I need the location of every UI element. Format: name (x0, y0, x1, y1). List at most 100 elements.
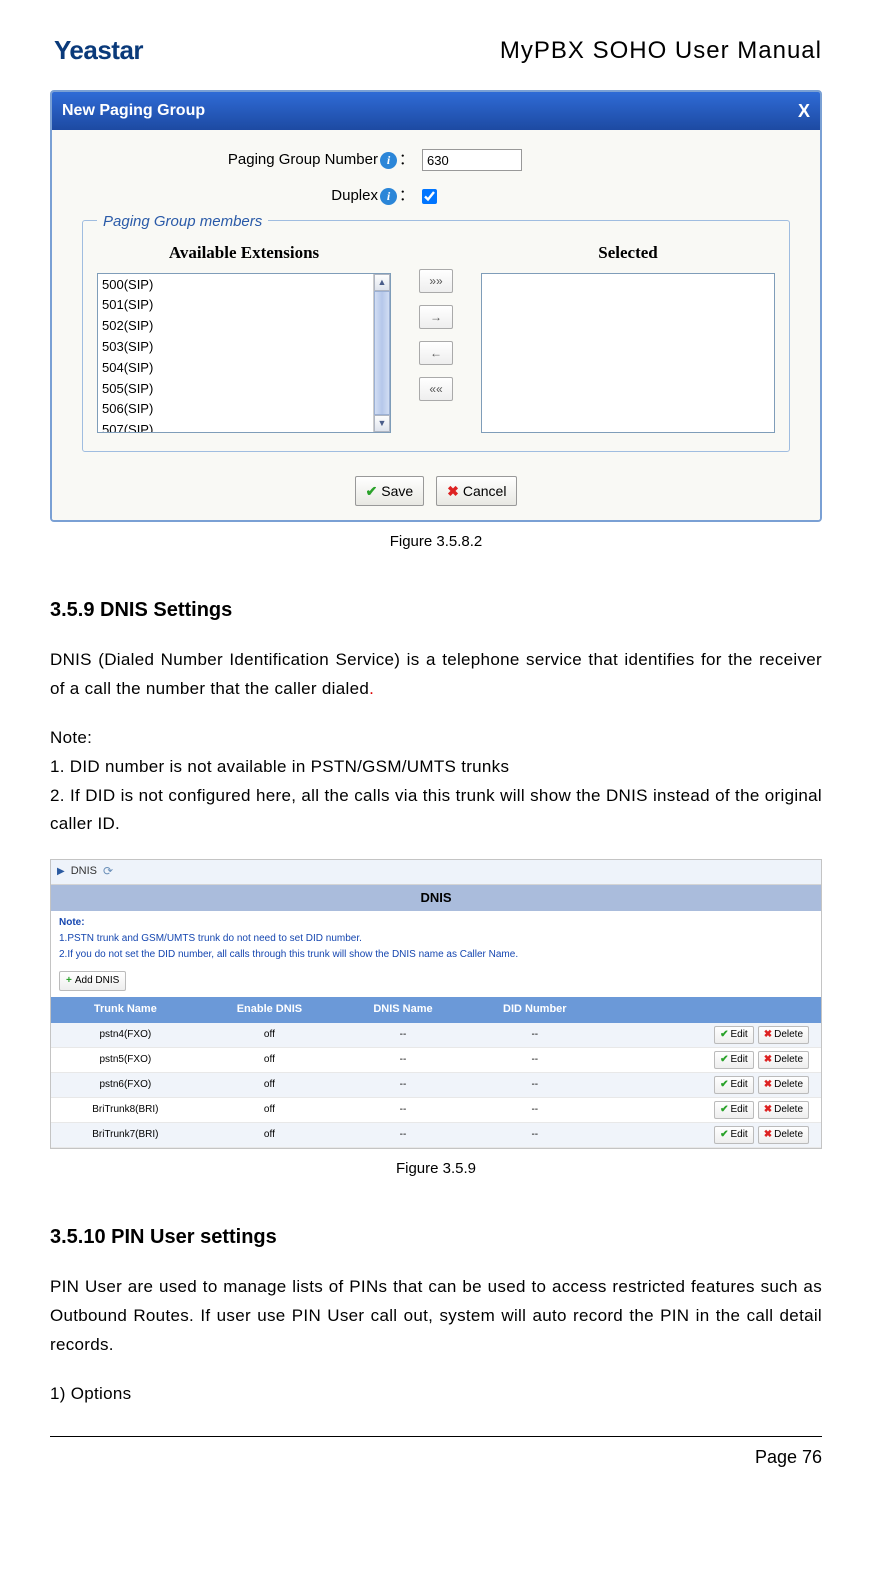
table-cell-actions: ✔ Edit✖ Delete (603, 1097, 821, 1122)
brand-text: Yeastar (54, 30, 143, 72)
x-icon: ✖ (764, 1052, 772, 1068)
table-cell: pstn5(FXO) (51, 1047, 200, 1072)
selected-heading: Selected (481, 239, 775, 266)
x-icon: ✖ (764, 1027, 772, 1043)
panel-title: DNIS (51, 885, 821, 912)
dnis-note-2: 2. If DID is not configured here, all th… (50, 782, 822, 840)
edit-button[interactable]: ✔ Edit (714, 1126, 754, 1144)
delete-button[interactable]: ✖ Delete (758, 1076, 809, 1094)
section-heading-pin: 3.5.10 PIN User settings (50, 1221, 822, 1253)
members-legend: Paging Group members (97, 210, 268, 234)
delete-button[interactable]: ✖ Delete (758, 1051, 809, 1069)
table-header (603, 997, 821, 1023)
table-cell: off (200, 1122, 339, 1147)
dnis-table: Trunk NameEnable DNISDNIS NameDID Number… (51, 997, 821, 1148)
dialog-titlebar: New Paging Group X (52, 92, 820, 131)
check-icon: ✔ (366, 480, 378, 502)
move-all-right-button[interactable]: »» (419, 269, 453, 293)
table-cell: -- (339, 1023, 467, 1048)
manual-title: MyPBX SOHO User Manual (500, 32, 822, 70)
dnis-note-1: 1. DID number is not available in PSTN/G… (50, 753, 822, 782)
table-cell: -- (339, 1047, 467, 1072)
table-cell: -- (339, 1122, 467, 1147)
edit-button[interactable]: ✔ Edit (714, 1051, 754, 1069)
scrollbar[interactable]: ▲ ▼ (373, 274, 390, 432)
table-cell: -- (339, 1097, 467, 1122)
pencil-icon: ✔ (720, 1027, 728, 1043)
table-cell-actions: ✔ Edit✖ Delete (603, 1122, 821, 1147)
edit-button[interactable]: ✔ Edit (714, 1026, 754, 1044)
list-item[interactable]: 504(SIP) (100, 358, 371, 379)
scroll-up-icon[interactable]: ▲ (374, 274, 390, 291)
x-icon: ✖ (764, 1127, 772, 1143)
save-button-label: Save (381, 480, 413, 502)
list-item[interactable]: 503(SIP) (100, 337, 371, 358)
available-heading: Available Extensions (97, 239, 391, 266)
delete-button[interactable]: ✖ Delete (758, 1101, 809, 1119)
list-item[interactable]: 502(SIP) (100, 316, 371, 337)
table-header: Trunk Name (51, 997, 200, 1023)
move-left-button[interactable]: ← (419, 341, 453, 365)
paging-group-dialog: New Paging Group X Paging Group Numberi：… (50, 90, 822, 522)
table-cell-actions: ✔ Edit✖ Delete (603, 1023, 821, 1048)
table-cell: -- (339, 1072, 467, 1097)
dnis-note-label: Note: (50, 724, 822, 753)
close-icon[interactable]: X (798, 97, 810, 126)
table-cell-actions: ✔ Edit✖ Delete (603, 1072, 821, 1097)
brand-logo: Yeastar (50, 30, 143, 72)
duplex-checkbox[interactable] (422, 189, 437, 204)
panel-note-head: Note: (59, 915, 813, 931)
scroll-down-icon[interactable]: ▼ (374, 415, 390, 432)
table-cell: -- (467, 1072, 603, 1097)
page-header: Yeastar MyPBX SOHO User Manual (50, 30, 822, 72)
add-dnis-button[interactable]: + Add DNIS (59, 971, 126, 991)
dialog-title: New Paging Group (62, 98, 205, 124)
add-dnis-label: Add DNIS (75, 973, 119, 989)
table-cell: off (200, 1023, 339, 1048)
selected-listbox[interactable] (481, 273, 775, 433)
group-number-input[interactable] (422, 149, 522, 171)
table-cell: -- (467, 1047, 603, 1072)
section-heading-dnis: 3.5.9 DNIS Settings (50, 594, 822, 626)
cancel-button[interactable]: ✖ Cancel (436, 476, 517, 506)
table-cell: pstn6(FXO) (51, 1072, 200, 1097)
move-all-left-button[interactable]: «« (419, 377, 453, 401)
table-row: pstn4(FXO)off----✔ Edit✖ Delete (51, 1023, 821, 1048)
list-item[interactable]: 507(SIP) (100, 420, 371, 432)
refresh-icon[interactable]: ⟳ (103, 862, 113, 881)
panel-note-2: 2.If you do not set the DID number, all … (59, 947, 813, 963)
info-icon[interactable]: i (380, 152, 397, 169)
panel-note-1: 1.PSTN trunk and GSM/UMTS trunk do not n… (59, 931, 813, 947)
table-cell: off (200, 1097, 339, 1122)
x-icon: ✖ (447, 480, 459, 502)
scroll-thumb[interactable] (374, 291, 390, 415)
table-header: Enable DNIS (200, 997, 339, 1023)
table-cell: pstn4(FXO) (51, 1023, 200, 1048)
info-icon[interactable]: i (380, 188, 397, 205)
duplex-label-text: Duplex (331, 187, 378, 204)
edit-button[interactable]: ✔ Edit (714, 1076, 754, 1094)
list-item[interactable]: 506(SIP) (100, 399, 371, 420)
table-cell: BriTrunk7(BRI) (51, 1122, 200, 1147)
delete-button[interactable]: ✖ Delete (758, 1126, 809, 1144)
table-cell: -- (467, 1023, 603, 1048)
group-number-label: Paging Group Numberi： (82, 148, 422, 172)
table-header: DNIS Name (339, 997, 467, 1023)
move-right-button[interactable]: → (419, 305, 453, 329)
cancel-button-label: Cancel (463, 480, 507, 502)
list-item[interactable]: 500(SIP) (100, 275, 371, 296)
list-item[interactable]: 501(SIP) (100, 295, 371, 316)
list-item[interactable]: 505(SIP) (100, 379, 371, 400)
plus-icon: + (66, 973, 72, 989)
duplex-label: Duplexi： (82, 184, 422, 208)
dnis-paragraph: DNIS (Dialed Number Identification Servi… (50, 646, 822, 704)
table-cell: off (200, 1047, 339, 1072)
pencil-icon: ✔ (720, 1127, 728, 1143)
table-cell: -- (467, 1122, 603, 1147)
save-button[interactable]: ✔ Save (355, 476, 425, 506)
delete-button[interactable]: ✖ Delete (758, 1026, 809, 1044)
pencil-icon: ✔ (720, 1077, 728, 1093)
edit-button[interactable]: ✔ Edit (714, 1101, 754, 1119)
available-listbox[interactable]: 500(SIP)501(SIP)502(SIP)503(SIP)504(SIP)… (97, 273, 391, 433)
members-fieldset: Paging Group members Available Extension… (82, 220, 790, 451)
